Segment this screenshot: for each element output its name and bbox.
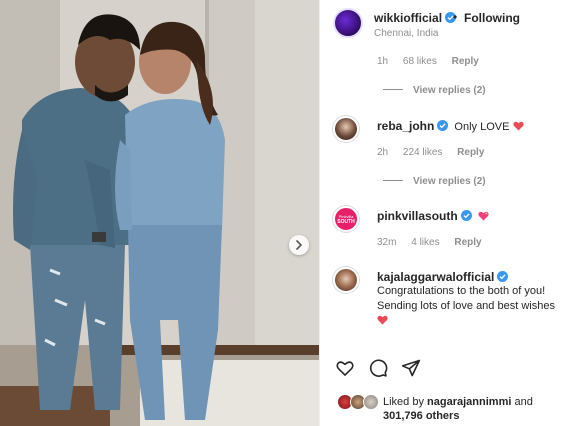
separator-dot: • xyxy=(453,10,458,24)
author-username[interactable]: wikkiofficial xyxy=(374,11,457,25)
carousel-next-button[interactable] xyxy=(289,235,309,255)
comment-likes[interactable]: 224 likes xyxy=(403,147,442,158)
comment-username[interactable]: reba_john xyxy=(377,119,434,133)
following-button[interactable]: Following xyxy=(464,11,520,25)
comment-time[interactable]: 32m xyxy=(377,237,396,248)
comment-emoji xyxy=(377,315,388,327)
post-actions xyxy=(320,352,568,382)
comment-username[interactable]: pinkvillasouth xyxy=(377,209,458,223)
view-replies-label[interactable]: View replies (2) xyxy=(413,85,486,96)
view-replies-button[interactable]: View replies (2) xyxy=(383,176,486,187)
verified-badge-icon xyxy=(437,120,449,131)
reply-button[interactable]: Reply xyxy=(454,237,481,248)
comment-avatar[interactable] xyxy=(333,267,359,293)
comment-text-line: Sending lots of love and best wishes xyxy=(377,300,555,312)
author-username-text[interactable]: wikkiofficial xyxy=(374,11,442,25)
comment-body: pinkvillasouth xyxy=(377,209,489,223)
liked-by-suffix: and xyxy=(514,396,533,408)
comment-likes[interactable]: 68 likes xyxy=(403,56,437,67)
paper-plane-icon[interactable] xyxy=(401,358,421,378)
likes-summary: Liked by nagarajannimmi and 301,796 othe… xyxy=(320,390,568,426)
view-replies-button[interactable]: View replies (2) xyxy=(383,85,486,96)
post-header: wikkiofficial • Following Chennai, India xyxy=(320,0,568,46)
comment-likes[interactable]: 4 likes xyxy=(411,237,439,248)
likes-count[interactable]: 301,796 others xyxy=(383,410,459,422)
comment-avatar[interactable] xyxy=(333,116,359,142)
comment-body: kajalaggarwalofficial xyxy=(377,270,509,284)
author-avatar[interactable] xyxy=(333,8,363,38)
heart-outline-icon[interactable] xyxy=(335,358,355,378)
liked-by-prefix: Liked by xyxy=(383,396,424,408)
comment-meta: 1h 68 likes Reply xyxy=(377,56,491,67)
red-heart-emoji-icon xyxy=(377,315,388,325)
comment-time[interactable]: 1h xyxy=(377,56,388,67)
post-location[interactable]: Chennai, India xyxy=(374,28,439,39)
comment-time[interactable]: 2h xyxy=(377,147,388,158)
sparkling-heart-emoji-icon xyxy=(478,211,489,221)
comment-username[interactable]: kajalaggarwalofficial xyxy=(377,270,494,284)
comment-body: reba_john Only LOVE xyxy=(377,119,524,133)
comment-avatar[interactable]: Pinkvilla SOUTH xyxy=(333,206,359,232)
chevron-right-icon xyxy=(296,240,303,250)
post-image xyxy=(0,0,319,426)
comment-bubble-icon[interactable] xyxy=(368,358,388,378)
liker-avatar[interactable] xyxy=(363,394,379,410)
liked-by-user[interactable]: nagarajannimmi xyxy=(427,396,511,408)
view-replies-label[interactable]: View replies (2) xyxy=(413,176,486,187)
post-sidebar: wikkiofficial • Following Chennai, India… xyxy=(319,0,568,426)
comment-text-line: Congratulations to the both of you! xyxy=(377,285,546,297)
avatar-brand-subtext: SOUTH xyxy=(337,218,355,225)
post-photo[interactable] xyxy=(0,0,319,426)
reply-button[interactable]: Reply xyxy=(457,147,484,158)
reply-button[interactable]: Reply xyxy=(452,56,479,67)
divider-line xyxy=(383,180,403,181)
comment-meta: 2h 224 likes Reply xyxy=(377,147,496,158)
divider-line xyxy=(383,89,403,90)
comment-text: Only LOVE xyxy=(454,121,510,133)
verified-badge-icon xyxy=(460,210,472,221)
liked-by-text: Liked by nagarajannimmi and 301,796 othe… xyxy=(383,395,533,423)
verified-badge-icon xyxy=(497,271,509,282)
red-heart-emoji-icon xyxy=(512,121,524,131)
comment-meta: 32m 4 likes Reply xyxy=(377,237,494,248)
